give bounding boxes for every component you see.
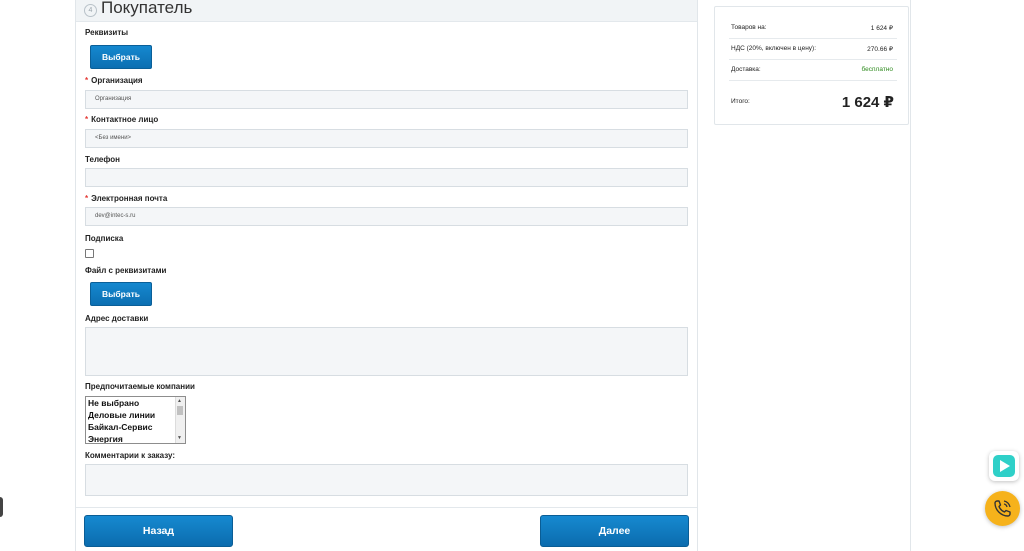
requisites-label: Реквизиты xyxy=(85,28,129,37)
summary-row-goods: Товаров на: 1 624 ₽ xyxy=(729,19,897,39)
total-value: 1 624 ₽ xyxy=(841,94,894,111)
vat-label: НДС (20%, включен в цену): xyxy=(731,45,817,52)
divider xyxy=(76,507,697,508)
back-button[interactable]: Назад xyxy=(84,515,233,547)
delivery-value: бесплатно xyxy=(861,66,893,73)
required-mark: * xyxy=(85,76,89,85)
vat-value: 270.66 ₽ xyxy=(867,46,893,53)
contact-label: * Контактное лицо xyxy=(85,115,158,124)
scrollbar-thumb[interactable] xyxy=(177,406,183,415)
subscription-checkbox[interactable] xyxy=(85,249,94,258)
delivery-address-label: Адрес доставки xyxy=(85,314,149,323)
chat-widget-button[interactable] xyxy=(989,451,1019,481)
preferred-companies-label: Предпочитаемые компании xyxy=(85,382,195,391)
organization-label-text: Организация xyxy=(91,76,143,85)
email-label: * Электронная почта xyxy=(85,194,167,203)
required-mark: * xyxy=(85,115,89,124)
phone-field[interactable] xyxy=(85,168,688,187)
order-comment-label: Комментарии к заказу: xyxy=(85,451,175,460)
list-option[interactable]: Энергия xyxy=(86,433,185,443)
preferred-companies-listbox[interactable]: Не выбрано Деловые линии Байкал-Сервис Э… xyxy=(85,396,186,444)
summary-row-delivery: Доставка: бесплатно xyxy=(729,61,897,81)
goods-label: Товаров на: xyxy=(731,24,767,31)
next-button[interactable]: Далее xyxy=(540,515,689,547)
section-title: Покупатель xyxy=(101,0,193,17)
order-comment-textarea[interactable] xyxy=(85,464,688,496)
summary-row-vat: НДС (20%, включен в цену): 270.66 ₽ xyxy=(729,40,897,60)
delivery-label: Доставка: xyxy=(731,66,761,73)
chat-widget-icon xyxy=(993,455,1015,477)
total-label: Итого: xyxy=(731,98,750,105)
email-label-text: Электронная почта xyxy=(91,194,168,203)
email-field[interactable]: dev@intec-s.ru xyxy=(85,207,688,226)
select-requisites-button[interactable]: Выбрать xyxy=(90,45,152,69)
organization-field[interactable]: Организация xyxy=(85,90,688,109)
list-option[interactable]: Байкал-Сервис xyxy=(86,421,185,433)
requisites-file-label: Файл с реквизитами xyxy=(85,266,167,275)
list-option[interactable]: Деловые линии xyxy=(86,409,185,421)
phone-call-icon xyxy=(994,500,1011,517)
step-number: 4 xyxy=(84,4,97,17)
phone-label: Телефон xyxy=(85,155,120,164)
side-tab[interactable] xyxy=(0,497,3,517)
organization-label: * Организация xyxy=(85,76,143,85)
listbox-scrollbar[interactable]: ▲ ▼ xyxy=(175,397,185,443)
required-mark: * xyxy=(85,194,89,203)
contact-label-text: Контактное лицо xyxy=(91,115,159,124)
scroll-down-arrow-icon[interactable]: ▼ xyxy=(177,436,182,441)
contact-field[interactable]: <Без имени> xyxy=(85,129,688,148)
order-summary-column: Товаров на: 1 624 ₽ НДС (20%, включен в … xyxy=(697,0,911,551)
call-widget-button[interactable] xyxy=(985,491,1020,526)
section-header: 4 Покупатель xyxy=(76,0,697,22)
goods-value: 1 624 ₽ xyxy=(870,25,893,32)
order-summary-card: Товаров на: 1 624 ₽ НДС (20%, включен в … xyxy=(714,6,909,125)
subscription-label: Подписка xyxy=(85,234,124,243)
checkout-form: 4 Покупатель Реквизиты Выбрать * Организа… xyxy=(75,0,698,551)
delivery-address-textarea[interactable] xyxy=(85,327,688,376)
scroll-up-arrow-icon[interactable]: ▲ xyxy=(177,399,182,404)
select-file-button[interactable]: Выбрать xyxy=(90,282,152,306)
list-option[interactable]: Не выбрано xyxy=(86,397,185,409)
